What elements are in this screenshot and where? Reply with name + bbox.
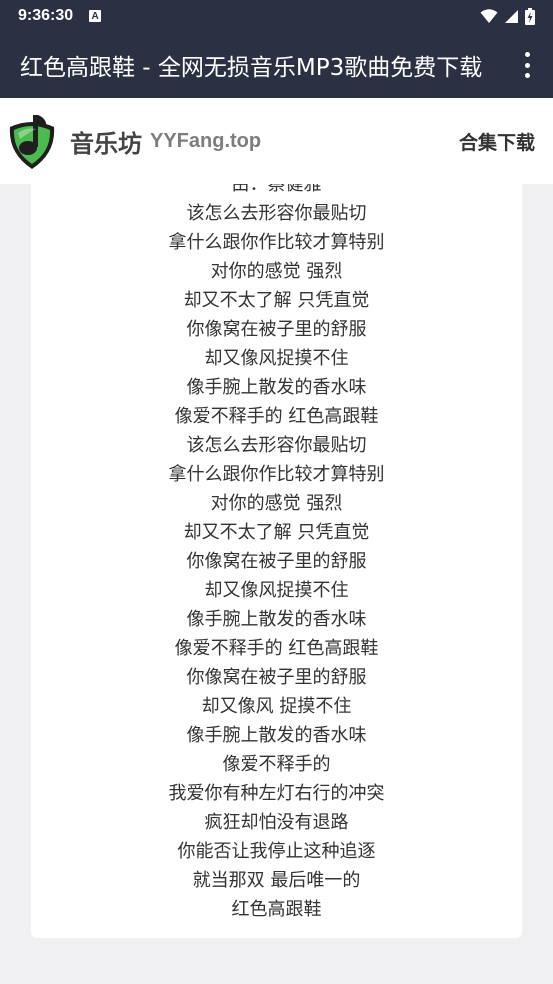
lyric-line: 却又像风 捉摸不住	[201, 696, 352, 717]
lyric-line: 你能否让我停止这种追逐	[177, 841, 376, 862]
lyric-line: 像手腕上散发的香水味	[186, 377, 367, 398]
overflow-menu-icon[interactable]	[517, 52, 537, 78]
status-icons	[480, 7, 535, 25]
lyric-line: 就当那双 最后唯一的	[192, 870, 361, 891]
lyric-line: 疯狂却怕没有退路	[204, 812, 349, 833]
lyric-line: 我爱你有种左灯右行的冲突	[168, 783, 385, 804]
site-domain[interactable]: YYFang.top	[150, 130, 261, 153]
wifi-icon	[480, 9, 498, 23]
lyric-line: 该怎么去形容你最贴切	[186, 203, 367, 224]
signal-icon	[505, 9, 518, 23]
lyric-line: 你像窝在被子里的舒服	[186, 667, 367, 688]
lyrics-list: 由：蔡健雅 该怎么去形容你最贴切 拿什么跟你作比较才算特别 对你的感觉 强烈 却又不太了…	[31, 184, 522, 924]
status-bar: 9:36:30 A	[0, 0, 553, 32]
lyrics-card: 由：蔡健雅 该怎么去形容你最贴切 拿什么跟你作比较才算特别 对你的感觉 强烈 却又不太了…	[31, 184, 522, 938]
music-note-logo-icon[interactable]	[6, 111, 58, 171]
app-bar: 红色高跟鞋 - 全网无损音乐MP3歌曲免费下载	[0, 32, 553, 98]
lyric-line: 却又不太了解 只凭直觉	[183, 522, 370, 543]
lyric-line: 对你的感觉 强烈	[210, 261, 343, 282]
lyric-line: 拿什么跟你作比较才算特别	[168, 232, 385, 253]
lyric-line: 对你的感觉 强烈	[210, 493, 343, 514]
lyric-line: 像手腕上散发的香水味	[186, 609, 367, 630]
lyric-line: 却又像风捉摸不住	[204, 580, 349, 601]
lyric-line: 你像窝在被子里的舒服	[186, 551, 367, 572]
lyric-line: 由：蔡健雅	[231, 184, 322, 195]
lyric-line: 却又像风捉摸不住	[204, 348, 349, 369]
lyric-line: 像爱不释手的 红色高跟鞋	[174, 406, 379, 427]
lyric-line: 红色高跟鞋	[231, 899, 322, 920]
lyric-line: 拿什么跟你作比较才算特别	[168, 464, 385, 485]
lyric-line: 像手腕上散发的香水味	[186, 725, 367, 746]
notification-icon: A	[89, 10, 102, 22]
lyric-line: 像爱不释手的	[222, 754, 331, 775]
site-header: 音乐坊 YYFang.top 合集下载	[0, 98, 553, 184]
status-time: 9:36:30	[18, 7, 74, 24]
battery-icon	[525, 7, 535, 25]
app-title: 红色高跟鞋 - 全网无损音乐MP3歌曲免费下载	[20, 55, 483, 81]
collection-download-link[interactable]: 合集下载	[459, 128, 535, 155]
site-name[interactable]: 音乐坊	[70, 124, 142, 159]
content-area[interactable]: 由：蔡健雅 该怎么去形容你最贴切 拿什么跟你作比较才算特别 对你的感觉 强烈 却又不太了…	[0, 184, 553, 984]
lyric-line: 该怎么去形容你最贴切	[186, 435, 367, 456]
lyric-line: 却又不太了解 只凭直觉	[183, 290, 370, 311]
lyric-line: 你像窝在被子里的舒服	[186, 319, 367, 340]
lyric-line: 像爱不释手的 红色高跟鞋	[174, 638, 379, 659]
